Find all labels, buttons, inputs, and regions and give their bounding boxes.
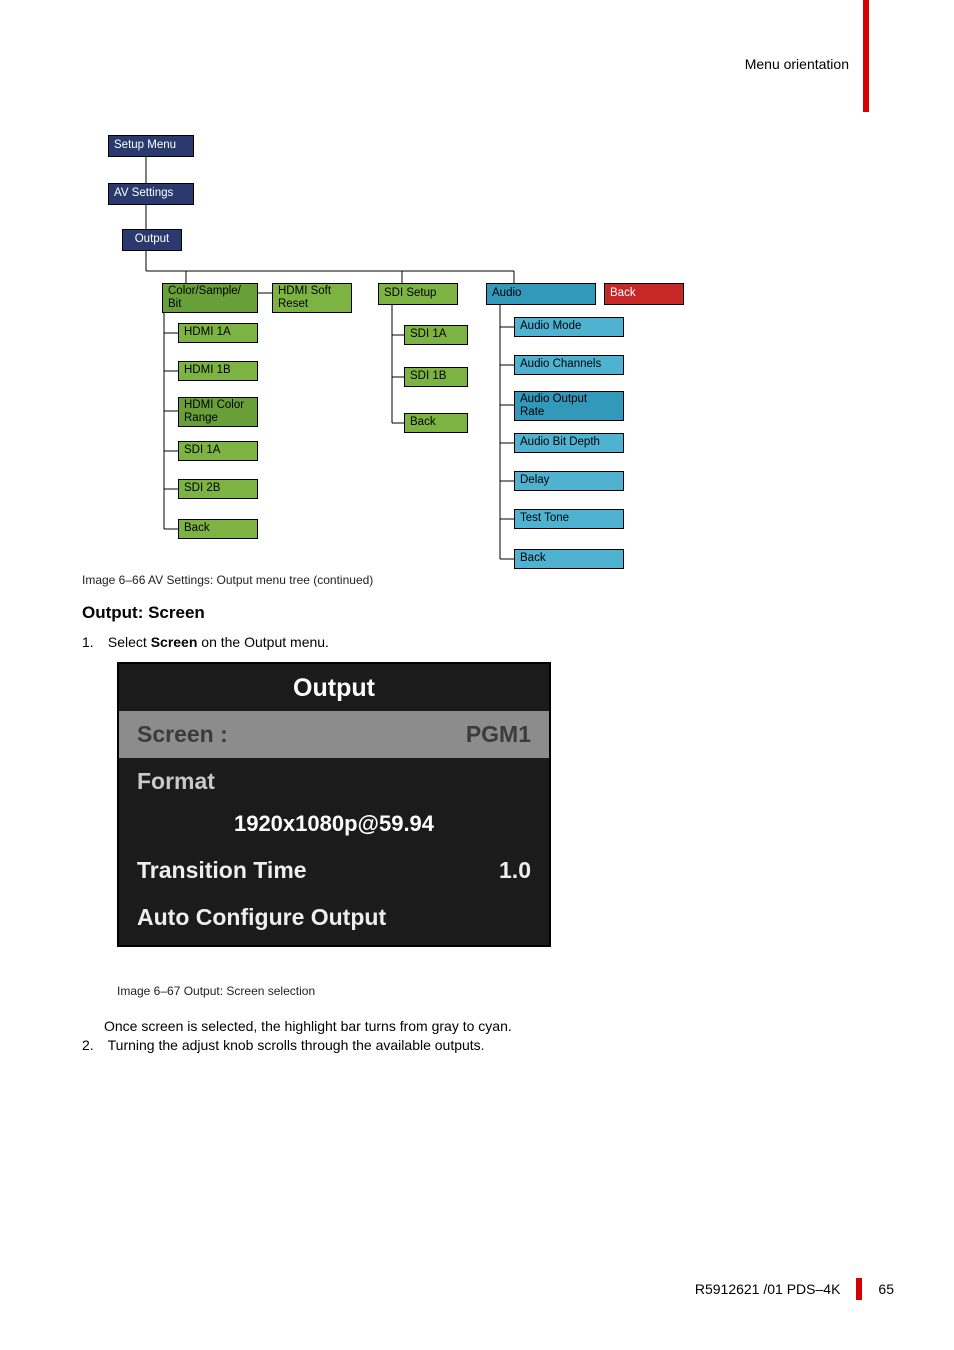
step-1-number: 1. [82, 634, 104, 650]
step-1: 1. Select Screen on the Output menu. [82, 634, 329, 650]
tree-node-back-col1: Back [178, 519, 258, 539]
step-2: 2. Turning the adjust knob scrolls throu… [82, 1037, 485, 1053]
menu-tree-diagram: Setup Menu AV Settings Output Color/Samp… [102, 135, 742, 580]
transition-time-label: Transition Time [137, 857, 307, 884]
tree-node-test-tone: Test Tone [514, 509, 624, 529]
step-2-text: Turning the adjust knob scrolls through … [108, 1037, 485, 1053]
tree-node-hdmi-color-range: HDMI Color Range [178, 397, 258, 427]
tree-node-delay: Delay [514, 471, 624, 491]
heading-output-screen: Output: Screen [82, 603, 205, 623]
step-1-text-bold: Screen [151, 634, 198, 650]
tree-node-hdmi-1b: HDMI 1B [178, 361, 258, 381]
output-menu-screen-row[interactable]: Screen : PGM1 [119, 711, 549, 758]
auto-configure-output-label: Auto Configure Output [137, 904, 386, 931]
tree-node-hdmi-1a: HDMI 1A [178, 323, 258, 343]
page-footer: R5912621 /01 PDS–4K 65 [695, 1278, 894, 1300]
footer-doc-id: R5912621 /01 PDS–4K [695, 1281, 841, 1297]
tree-node-audio-mode: Audio Mode [514, 317, 624, 337]
tree-node-sdi-1a-col2: SDI 1A [404, 325, 468, 345]
figure-caption-2: Image 6–67 Output: Screen selection [117, 984, 315, 998]
tree-node-av-settings: AV Settings [108, 183, 194, 205]
format-label: Format [137, 768, 215, 795]
tree-node-output: Output [122, 229, 182, 251]
screen-value: PGM1 [466, 721, 531, 748]
tree-node-sdi-2b: SDI 2B [178, 479, 258, 499]
step-2-number: 2. [82, 1037, 104, 1053]
header-accent-bar [863, 0, 869, 112]
tree-node-audio-output-rate: Audio Output Rate [514, 391, 624, 421]
tree-node-setup-menu: Setup Menu [108, 135, 194, 157]
tree-node-color-sample-bit: Color/Sample/ Bit [162, 283, 258, 313]
screen-label: Screen : [137, 721, 228, 748]
tree-node-audio: Audio [486, 283, 596, 305]
screen-selected-note: Once screen is selected, the highlight b… [104, 1018, 512, 1034]
output-menu-auto-configure-row[interactable]: Auto Configure Output [119, 894, 549, 945]
format-value: 1920x1080p@59.94 [119, 805, 549, 847]
footer-page-number: 65 [878, 1281, 894, 1297]
output-menu-title: Output [119, 664, 549, 711]
tree-node-sdi-1b: SDI 1B [404, 367, 468, 387]
step-1-text-a: Select [108, 634, 151, 650]
figure-caption-1: Image 6–66 AV Settings: Output menu tree… [82, 573, 373, 587]
transition-time-value: 1.0 [499, 857, 531, 884]
tree-node-back-col3: Back [514, 549, 624, 569]
tree-node-hdmi-soft-reset: HDMI Soft Reset [272, 283, 352, 313]
footer-accent-bar [856, 1278, 862, 1300]
step-1-text-c: on the Output menu. [197, 634, 329, 650]
tree-node-back-col2: Back [404, 413, 468, 433]
tree-node-sdi-setup: SDI Setup [378, 283, 458, 305]
tree-node-back-red: Back [604, 283, 684, 305]
output-menu-format-row[interactable]: Format [119, 758, 549, 805]
running-header: Menu orientation [745, 56, 849, 72]
tree-node-sdi-1a-col1: SDI 1A [178, 441, 258, 461]
output-menu-transition-row[interactable]: Transition Time 1.0 [119, 847, 549, 894]
tree-node-audio-bit-depth: Audio Bit Depth [514, 433, 624, 453]
tree-node-audio-channels: Audio Channels [514, 355, 624, 375]
output-menu-screenshot: Output Screen : PGM1 Format 1920x1080p@5… [117, 662, 551, 947]
